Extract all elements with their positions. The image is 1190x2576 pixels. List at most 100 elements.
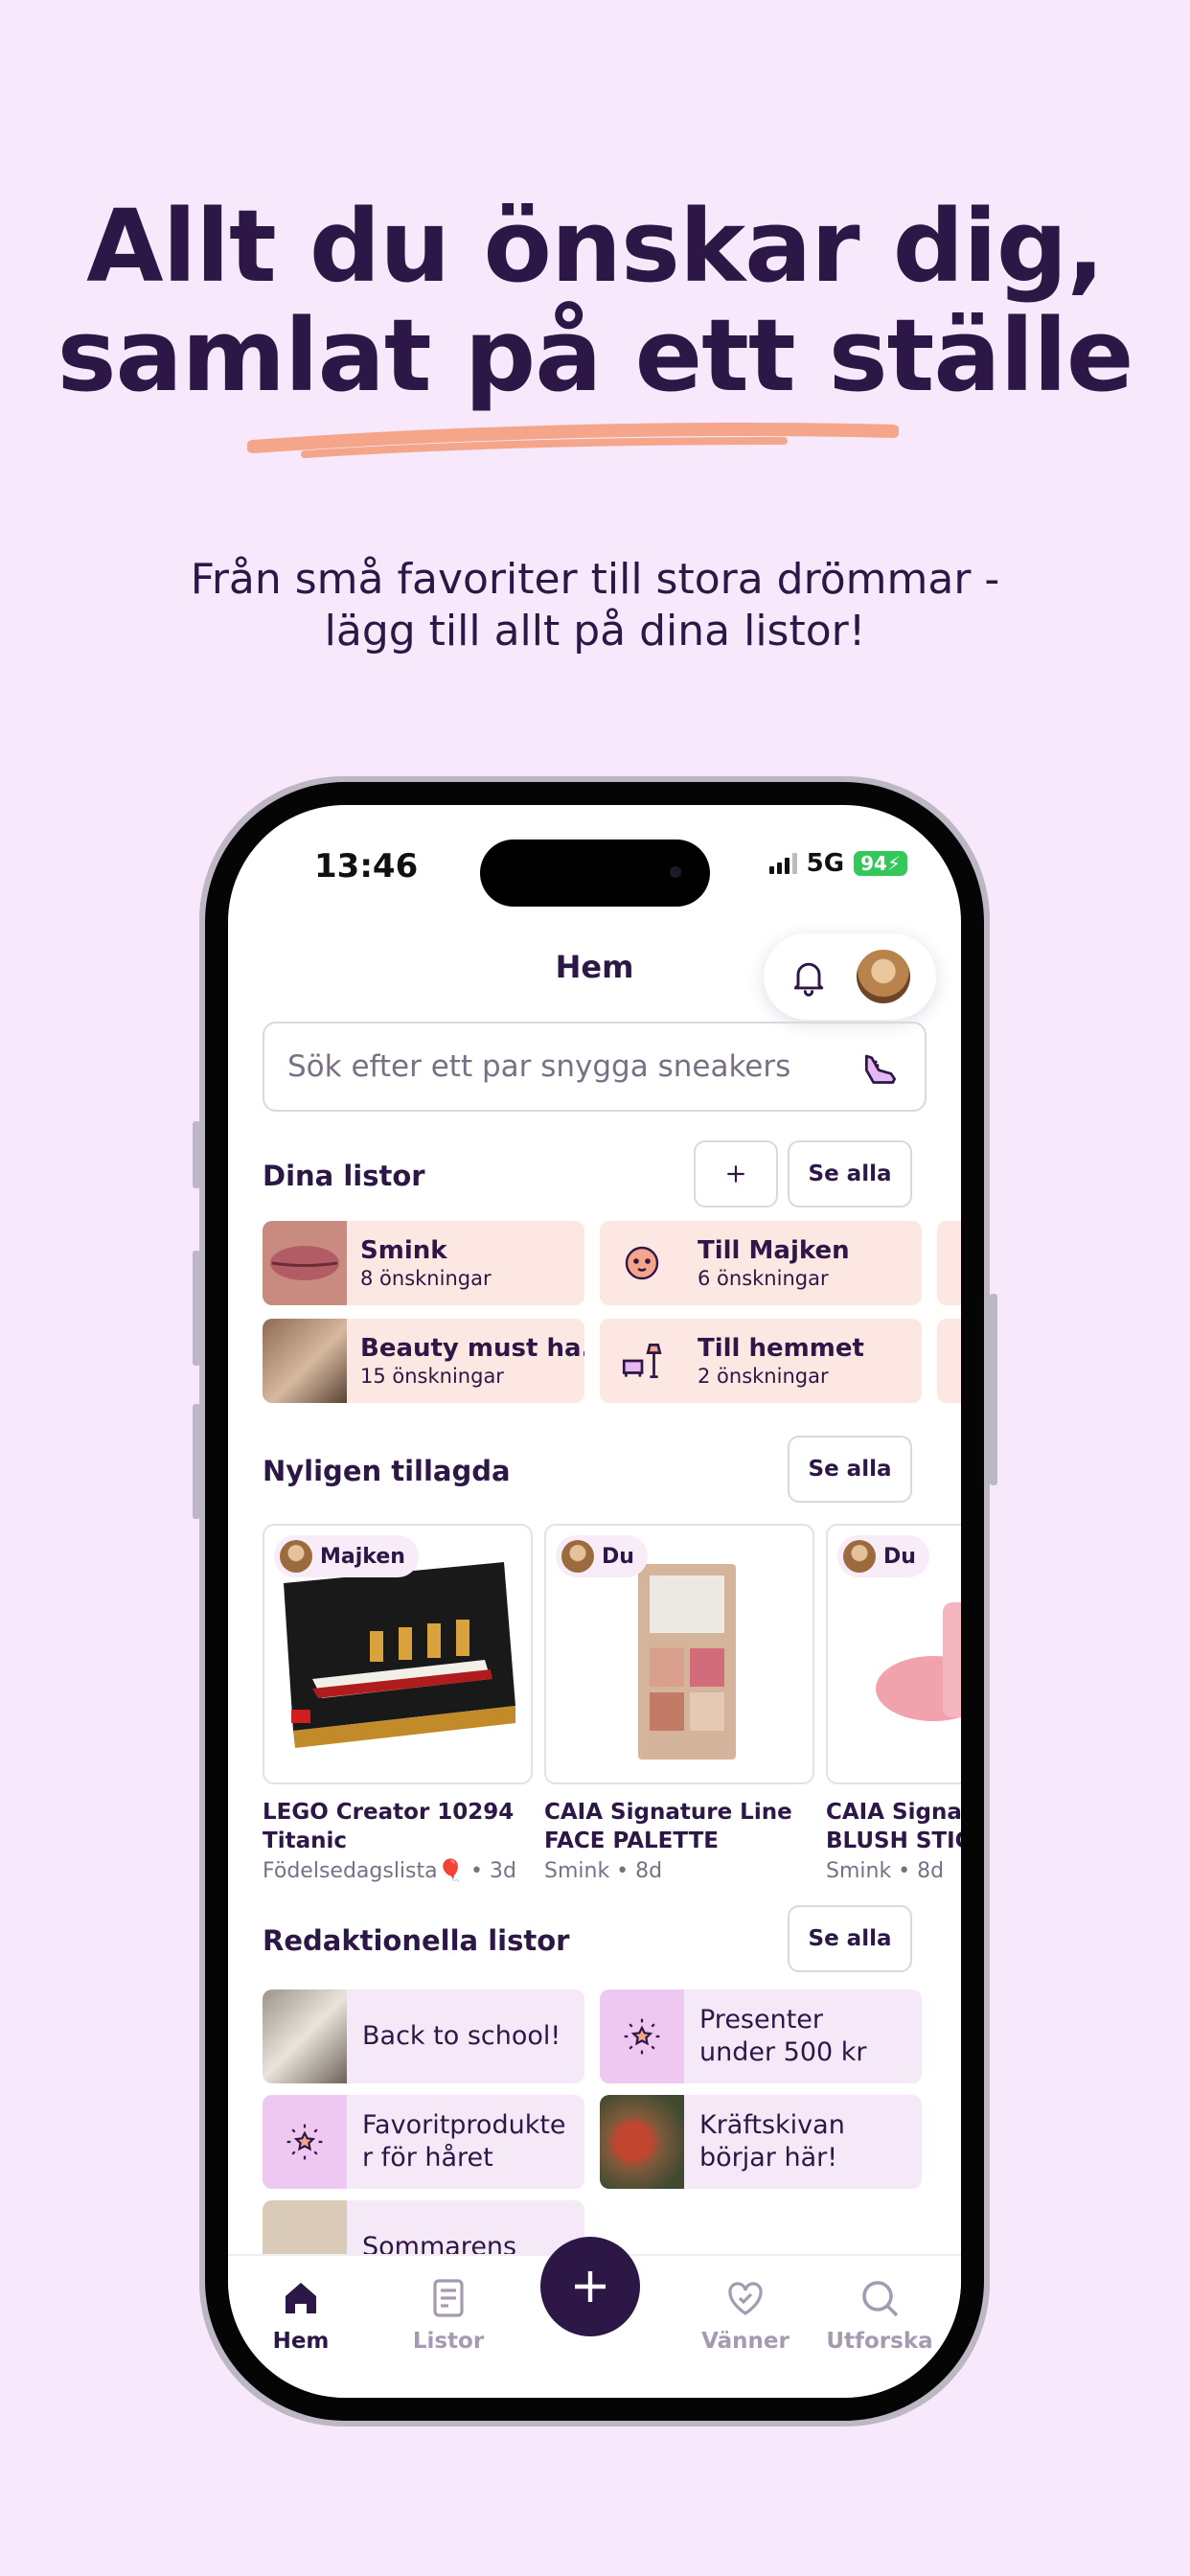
list-count: 2 önskningar	[698, 1365, 829, 1388]
list-card-partial[interactable]	[937, 1221, 961, 1305]
owner-name: Du	[602, 1544, 634, 1569]
sparkle-star-icon	[600, 1990, 684, 2083]
tab-bar: Hem Listor Vänner Utforska	[228, 2237, 961, 2398]
tab-label: Vänner	[701, 2329, 790, 2354]
list-title: Smink	[360, 1236, 447, 1265]
editorial-label-line-1: Presenter	[699, 2005, 824, 2035]
add-wish-button[interactable]	[540, 2237, 640, 2336]
product-card-lego[interactable]: Majken LEGO Creator 10294 Titanic Födels…	[263, 1524, 533, 1883]
product-title-line-2: FACE PALETTE	[544, 1828, 720, 1853]
profile-avatar[interactable]	[855, 948, 912, 1005]
list-count: 6 önskningar	[698, 1267, 829, 1290]
subtitle: Från små favoriter till stora drömmar - …	[0, 554, 1190, 657]
editorial-card-presenter[interactable]: Presenter under 500 kr	[600, 1990, 922, 2083]
search-input[interactable]: Sök efter ett par snygga sneakers	[263, 1022, 927, 1112]
list-card-beauty[interactable]: Beauty must ha... 15 önskningar	[263, 1319, 584, 1403]
baby-face-icon	[600, 1221, 684, 1305]
recent-section-title: Nyligen tillagda	[263, 1455, 511, 1487]
plus-icon	[575, 2271, 606, 2302]
bell-icon[interactable]	[788, 955, 830, 998]
status-indicators: 5G 94⚡	[768, 849, 907, 878]
product-meta: Smink • 8d	[826, 1859, 945, 1883]
phone-screen: 13:46 5G 94⚡ Hem Sök efter ett par snygg…	[228, 805, 961, 2398]
heart-handshake-icon	[728, 2282, 763, 2315]
sneaker-icon	[864, 1054, 897, 1084]
product-meta: Smink • 8d	[544, 1859, 663, 1883]
product-title-line-2: BLUSH STIC	[826, 1828, 961, 1853]
tab-label: Hem	[272, 2329, 330, 2354]
phone-mockup: 13:46 5G 94⚡ Hem Sök efter ett par snygg…	[199, 776, 990, 2426]
lists-see-all-button[interactable]: Se alla	[788, 1140, 912, 1208]
lips-image	[263, 1221, 347, 1305]
editorial-card-harvard[interactable]: Favoritprodukte r för håret	[263, 2095, 584, 2189]
editorial-label-line-1: Kräftskivan	[699, 2110, 845, 2140]
subtitle-line-1: Från små favoriter till stora drömmar -	[190, 555, 1000, 604]
battery-level: 94	[860, 852, 887, 875]
list-card-smink[interactable]: Smink 8 önskningar	[263, 1221, 584, 1305]
dynamic-island	[480, 840, 710, 907]
owner-tag: Du	[556, 1535, 648, 1577]
editorial-label-line-2: r för håret	[362, 2143, 493, 2173]
editorial-card-kraftskivan[interactable]: Kräftskivan börjar här!	[600, 2095, 922, 2189]
add-list-button[interactable]	[694, 1140, 778, 1208]
tab-explore[interactable]: Utforska	[822, 2275, 937, 2354]
editorial-card-back-to-school[interactable]: Back to school!	[263, 1990, 584, 2083]
list-title: Till hemmet	[698, 1334, 864, 1363]
list-card-till-hemmet[interactable]: Till hemmet 2 önskningar	[600, 1319, 922, 1403]
editorial-label-line-2: under 500 kr	[699, 2037, 867, 2067]
list-card-till-majken[interactable]: Till Majken 6 önskningar	[600, 1221, 922, 1305]
product-title-line-1: CAIA Signature Line	[544, 1800, 792, 1825]
editorial-label-line-2: börjar här!	[699, 2143, 838, 2173]
headline-underline	[247, 422, 899, 458]
list-count: 15 önskningar	[360, 1365, 504, 1388]
lamp-chair-icon	[600, 1319, 684, 1403]
signal-icon	[768, 853, 797, 874]
crayfish-party-image	[600, 2095, 684, 2189]
product-image: Du	[826, 1524, 961, 1784]
list-title: Till Majken	[698, 1236, 850, 1265]
product-title-line-1: CAIA Signat	[826, 1800, 961, 1825]
list-card-partial[interactable]	[937, 1319, 961, 1403]
owner-name: Majken	[320, 1544, 405, 1569]
owner-avatar	[843, 1540, 876, 1573]
beauty-image	[263, 1319, 347, 1403]
product-card-face-palette[interactable]: Du CAIA Signature Line FACE PALETTE Smin…	[544, 1524, 814, 1883]
product-image: Majken	[263, 1524, 533, 1784]
product-meta: Födelsedagslista🎈 • 3d	[263, 1859, 516, 1883]
tab-lists[interactable]: Listor	[391, 2275, 506, 2354]
product-card-blush-stick[interactable]: Du CAIA Signat BLUSH STIC Smink • 8d	[826, 1524, 961, 1883]
product-title-line-1: LEGO Creator 10294	[263, 1800, 515, 1825]
editorial-label: Back to school!	[362, 2021, 561, 2051]
headline-line-2: samlat på ett ställe	[57, 297, 1134, 414]
owner-avatar	[280, 1540, 312, 1573]
tab-home[interactable]: Hem	[243, 2275, 358, 2354]
tab-label: Listor	[412, 2329, 485, 2354]
tab-friends[interactable]: Vänner	[688, 2275, 803, 2354]
owner-avatar	[561, 1540, 594, 1573]
list-icon	[433, 2279, 464, 2317]
editorial-see-all-button[interactable]: Se alla	[788, 1905, 912, 1972]
owner-tag: Majken	[274, 1535, 419, 1577]
network-label: 5G	[806, 849, 845, 878]
lists-section-title: Dina listor	[263, 1160, 425, 1192]
sparkle-star-icon	[263, 2095, 347, 2189]
plus-icon	[727, 1165, 744, 1183]
headline-line-1: Allt du önskar dig,	[86, 188, 1105, 305]
owner-name: Du	[883, 1544, 916, 1569]
editorial-label-line-1: Favoritprodukte	[362, 2110, 566, 2140]
header-actions	[764, 933, 936, 1020]
list-title: Beauty must ha...	[360, 1334, 584, 1363]
battery-icon: 94⚡	[854, 851, 907, 876]
home-icon	[286, 2283, 316, 2313]
recent-see-all-button[interactable]: Se alla	[788, 1436, 912, 1503]
editorial-section-title: Redaktionella listor	[263, 1924, 570, 1957]
list-count: 8 önskningar	[360, 1267, 492, 1290]
phone-frame: 13:46 5G 94⚡ Hem Sök efter ett par snygg…	[205, 782, 984, 2421]
product-image: Du	[544, 1524, 814, 1784]
owner-tag: Du	[837, 1535, 929, 1577]
product-title-line-2: Titanic	[263, 1828, 347, 1853]
search-icon	[862, 2281, 899, 2317]
power-button	[990, 1294, 997, 1485]
status-time: 13:46	[314, 847, 419, 886]
headline: Allt du önskar dig, samlat på ett ställe	[0, 192, 1190, 410]
